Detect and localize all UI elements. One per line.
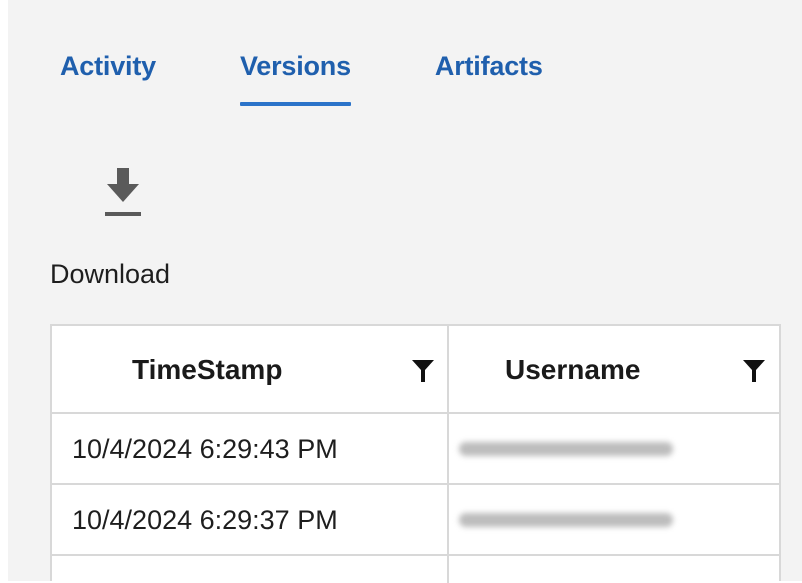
timestamp-cell[interactable]: 10/4/2024 6:29:37 PM — [52, 485, 449, 554]
download-icon — [105, 168, 141, 216]
username-cell[interactable] — [449, 414, 779, 483]
filter-icon[interactable] — [743, 360, 765, 382]
timestamp-cell[interactable]: 10/4/2024 6:29:43 PM — [52, 414, 449, 483]
table-row[interactable]: 10/4/2024 6:29:37 PM — [52, 485, 779, 556]
timestamp-value: 10/4/2024 6:29:37 PM — [72, 505, 338, 535]
empty-cell — [52, 556, 449, 583]
column-header-timestamp[interactable]: TimeStamp — [52, 326, 449, 412]
username-cell[interactable] — [449, 485, 779, 554]
tab-activity[interactable]: Activity — [60, 46, 156, 106]
redacted-username — [459, 442, 673, 456]
timestamp-value: 10/4/2024 6:29:43 PM — [72, 434, 338, 464]
tab-bar: Activity Versions Artifacts — [60, 46, 543, 106]
download-button[interactable]: Download — [40, 160, 200, 300]
table-row-empty — [52, 556, 779, 583]
column-header-label: Username — [505, 354, 641, 385]
grid-header-row: TimeStamp Username — [52, 326, 779, 414]
versions-grid: TimeStamp Username 10/4/2024 6:29:43 PM — [50, 324, 781, 583]
tab-artifacts[interactable]: Artifacts — [435, 46, 543, 106]
column-header-label: TimeStamp — [132, 354, 283, 385]
versions-panel: Activity Versions Artifacts Download Tim… — [8, 0, 802, 583]
tab-versions[interactable]: Versions — [239, 46, 351, 106]
table-row[interactable]: 10/4/2024 6:29:43 PM — [52, 414, 779, 485]
filter-icon[interactable] — [412, 360, 434, 382]
column-header-username[interactable]: Username — [449, 326, 779, 412]
empty-cell — [449, 556, 779, 583]
download-label: Download — [50, 259, 171, 289]
redacted-username — [459, 513, 673, 527]
